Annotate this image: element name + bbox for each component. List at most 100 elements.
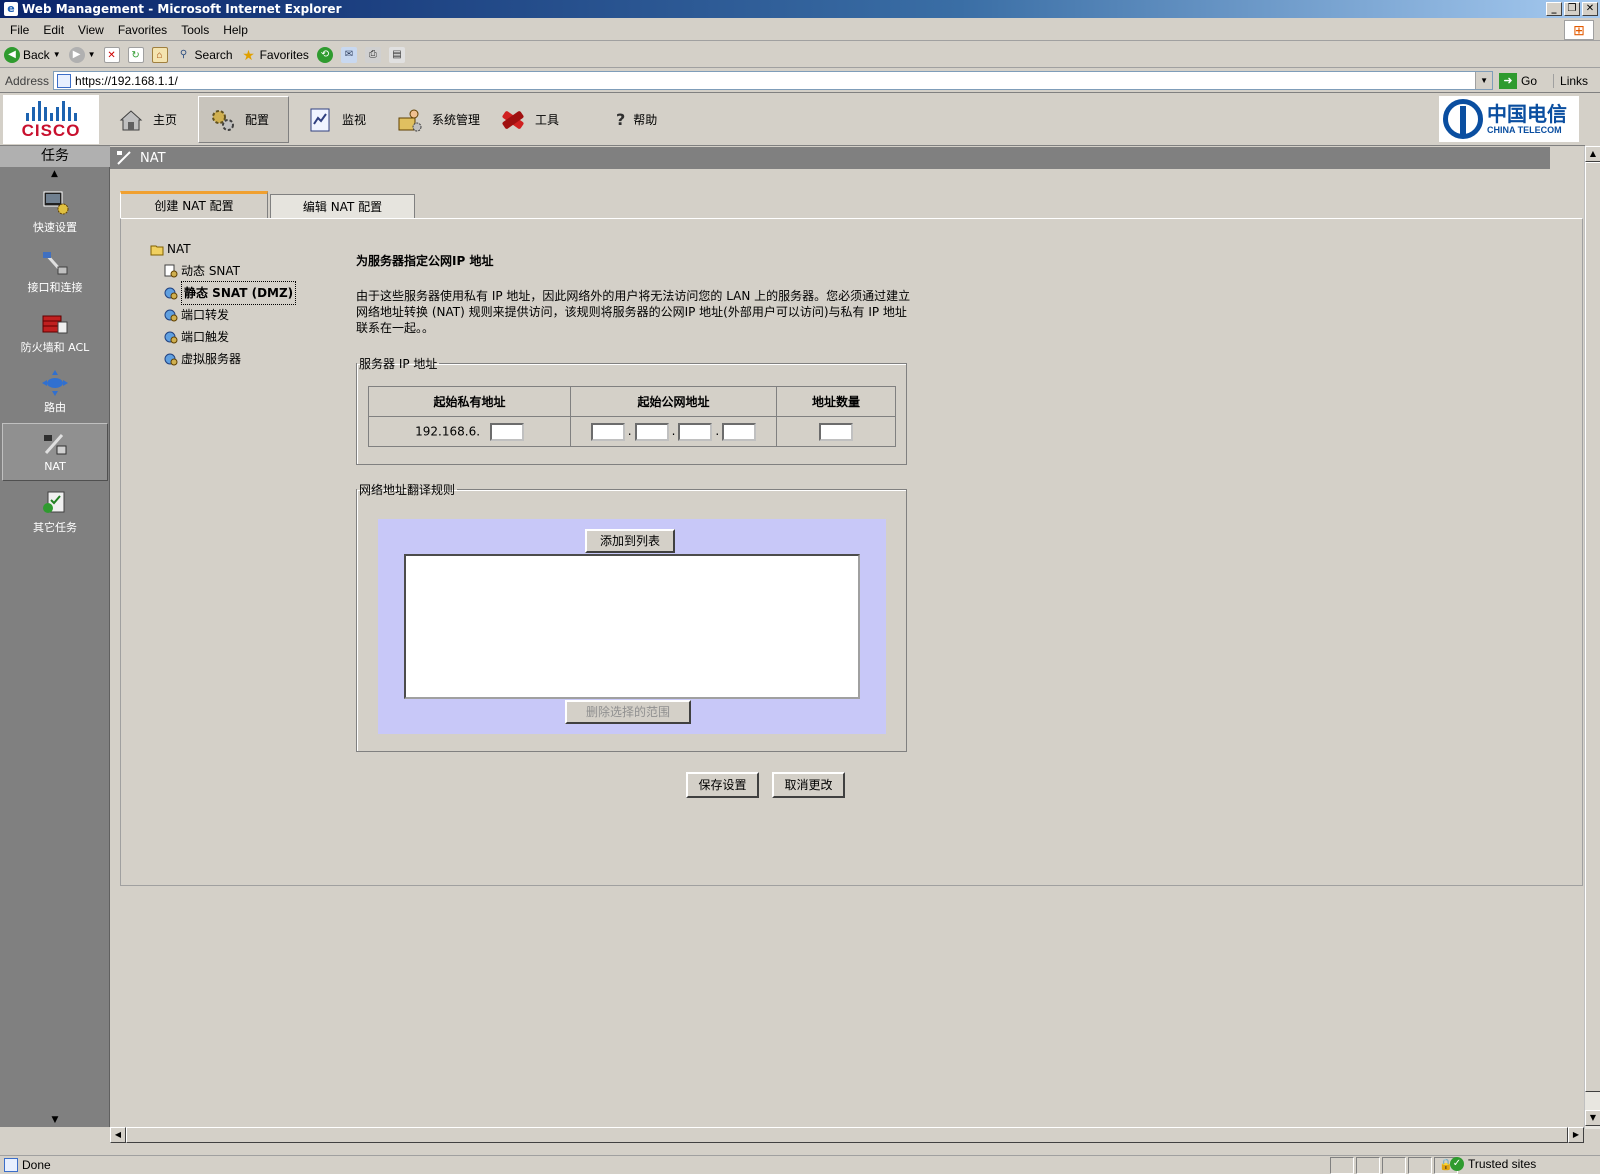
close-button[interactable]: ✕ <box>1582 2 1598 16</box>
task-scroll-up-icon[interactable]: ▲ <box>0 167 109 181</box>
nav-tools[interactable]: 工具 <box>489 96 579 143</box>
china-telecom-cn: 中国电信 <box>1487 102 1567 126</box>
cancel-button[interactable]: 取消更改 <box>772 772 845 798</box>
scroll-left-icon[interactable]: ◀ <box>110 1127 126 1143</box>
page-done-icon <box>4 1158 18 1172</box>
search-icon: ⚲ <box>179 48 188 60</box>
restore-button[interactable]: ❐ <box>1564 2 1580 16</box>
nav-help-label: 帮助 <box>633 113 658 127</box>
nat-rules-list[interactable] <box>404 554 860 699</box>
nat-icon <box>44 434 67 455</box>
public-octet-4-input[interactable] <box>722 422 757 441</box>
back-dropdown-icon[interactable]: ▼ <box>53 50 61 59</box>
task-panel-title: 任务 <box>0 146 110 167</box>
menu-favorites[interactable]: Favorites <box>118 23 167 37</box>
tree-item-label: 端口触发 <box>181 330 230 344</box>
go-button[interactable]: ➜ Go <box>1499 72 1538 89</box>
nav-home[interactable]: 主页 <box>107 96 195 143</box>
col-private-header: 起始私有地址 <box>368 386 571 417</box>
tree-item-label: 虚拟服务器 <box>181 352 242 366</box>
vertical-scrollbar[interactable]: ▲ ▼ <box>1584 146 1600 1129</box>
task-quick-setup-label: 快速设置 <box>33 220 77 234</box>
address-input[interactable]: https://192.168.1.1/ ▼ <box>53 71 1494 90</box>
menu-edit[interactable]: Edit <box>43 23 64 37</box>
task-scroll-down-icon[interactable]: ▼ <box>0 1115 110 1125</box>
nat-tree: NAT 动态 SNAT 静态 SNAT (DMZ) 端口转发 端口触发 虚拟服务… <box>150 238 297 370</box>
edit-page-icon[interactable]: ▤ <box>388 46 405 63</box>
save-button[interactable]: 保存设置 <box>686 772 759 798</box>
menu-bar: File Edit View Favorites Tools Help ⊞ <box>0 19 1600 41</box>
home-page-icon[interactable]: ⌂ <box>151 46 168 63</box>
menu-file[interactable]: File <box>10 23 29 37</box>
favorites-button[interactable]: ★ Favorites <box>241 47 309 63</box>
tree-item-port-forward[interactable]: 端口转发 <box>164 304 296 326</box>
address-count-input[interactable] <box>819 422 853 441</box>
address-label: Address <box>5 73 50 88</box>
history-icon[interactable]: ⟲ <box>316 46 333 63</box>
section-description: 由于这些服务器使用私有 IP 地址，因此网络外的用户将无法访问您的 LAN 上的… <box>356 289 911 335</box>
public-octet-2-input[interactable] <box>634 422 669 441</box>
status-pane <box>1356 1157 1380 1174</box>
back-label: Back <box>23 47 50 62</box>
tree-item-port-trigger[interactable]: 端口触发 <box>164 326 296 348</box>
menu-help[interactable]: Help <box>223 23 248 37</box>
task-panel: 任务 ▲ 快速设置 接口和连接 防火墙和 ACL 路由 NAT 其它任务 ▼ <box>0 146 110 1127</box>
address-url: https://192.168.1.1/ <box>75 73 178 88</box>
private-octet-input[interactable] <box>489 422 524 441</box>
admin-icon <box>398 109 422 131</box>
forward-dropdown-icon[interactable]: ▼ <box>88 50 96 59</box>
stop-icon[interactable]: ✕ <box>103 46 120 63</box>
scroll-down-icon[interactable]: ▼ <box>1585 1110 1600 1126</box>
status-pane <box>1382 1157 1406 1174</box>
favorites-label: Favorites <box>259 47 309 62</box>
menu-tools[interactable]: Tools <box>181 23 209 37</box>
task-quick-setup[interactable]: 快速设置 <box>2 183 108 241</box>
task-firewall-label: 防火墙和 ACL <box>20 340 90 354</box>
nav-help[interactable]: ? 帮助 <box>606 96 686 143</box>
task-other[interactable]: 其它任务 <box>2 483 108 541</box>
tab-edit-nat[interactable]: 编辑 NAT 配置 <box>270 194 415 218</box>
back-button[interactable]: ◀ Back ▼ <box>4 46 61 63</box>
horizontal-scroll-thumb[interactable] <box>126 1127 1568 1143</box>
status-pane <box>1408 1157 1432 1174</box>
add-to-list-button[interactable]: 添加到列表 <box>585 529 675 553</box>
scroll-right-icon[interactable]: ▶ <box>1568 1127 1584 1143</box>
delete-selected-button[interactable]: 删除选择的范围 <box>565 700 691 724</box>
status-text: Done <box>22 1158 51 1172</box>
tree-item-dynamic-snat[interactable]: 动态 SNAT <box>164 260 296 282</box>
nav-monitor[interactable]: 监视 <box>296 96 382 143</box>
horizontal-scrollbar[interactable]: ◀ ▶ <box>110 1127 1584 1143</box>
col-public-header: 起始公网地址 <box>570 386 777 417</box>
links-toolbar[interactable]: Links <box>1553 73 1588 88</box>
address-dropdown-icon[interactable]: ▼ <box>1475 72 1493 89</box>
nat-small-icon <box>117 151 131 165</box>
tree-root[interactable]: NAT <box>150 238 296 260</box>
tree-item-static-snat[interactable]: 静态 SNAT (DMZ) <box>164 281 297 305</box>
go-label: Go <box>1521 73 1538 88</box>
help-icon: ? <box>616 110 626 129</box>
tree-item-label: 动态 SNAT <box>181 264 241 278</box>
task-interfaces[interactable]: 接口和连接 <box>2 243 108 301</box>
forward-button[interactable]: ▶ ▼ <box>68 46 96 63</box>
tab-create-nat[interactable]: 创建 NAT 配置 <box>120 191 268 218</box>
mail-icon[interactable]: ✉ <box>340 46 357 63</box>
minimize-button[interactable]: _ <box>1546 2 1562 16</box>
search-button[interactable]: ⚲ Search <box>176 47 233 63</box>
security-zone: Trusted sites <box>1468 1157 1537 1171</box>
task-routing[interactable]: 路由 <box>2 363 108 421</box>
print-icon[interactable]: ⎙ <box>364 46 381 63</box>
refresh-icon[interactable]: ↻ <box>127 46 144 63</box>
public-octet-3-input[interactable] <box>678 422 713 441</box>
private-prefix: 192.168.6. <box>415 424 481 438</box>
nav-config[interactable]: 配置 <box>198 96 289 143</box>
nav-admin[interactable]: 系统管理 <box>386 96 488 143</box>
menu-view[interactable]: View <box>78 23 104 37</box>
public-octet-1-input[interactable] <box>590 422 625 441</box>
task-firewall[interactable]: 防火墙和 ACL <box>2 303 108 361</box>
nav-monitor-label: 监视 <box>342 113 367 127</box>
task-nat[interactable]: NAT <box>2 423 108 481</box>
globe-gear-icon <box>164 287 178 300</box>
vertical-scroll-thumb[interactable] <box>1585 162 1600 1092</box>
scroll-up-icon[interactable]: ▲ <box>1585 146 1600 162</box>
tree-item-virtual-server[interactable]: 虚拟服务器 <box>164 348 296 370</box>
